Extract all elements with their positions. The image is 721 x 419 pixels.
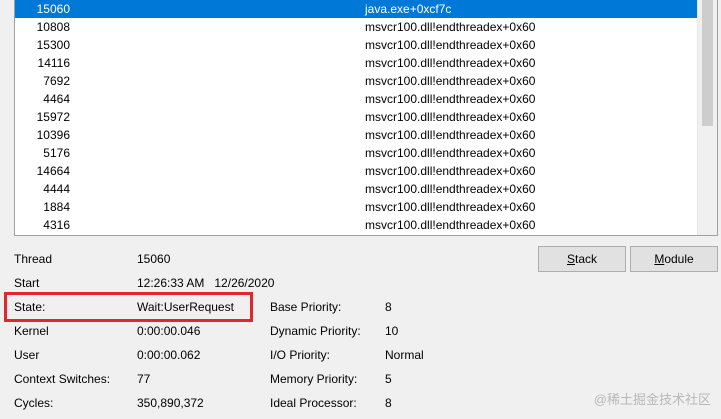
- thread-row[interactable]: 15060 java.exe+0xcf7c: [15, 0, 698, 18]
- thread-id-cell: 10396: [36, 128, 70, 142]
- thread-row[interactable]: 4316 msvcr100.dll!endthreadex+0x60: [15, 216, 698, 234]
- thread-row[interactable]: 15972 msvcr100.dll!endthreadex+0x60: [15, 108, 698, 126]
- kernel-value: 0:00:00.046: [137, 324, 201, 338]
- user-value: 0:00:00.062: [137, 348, 201, 362]
- cycles-value: 350,890,372: [137, 396, 204, 410]
- module-button-accel: M: [654, 252, 665, 266]
- thread-row[interactable]: 14116 msvcr100.dll!endthreadex+0x60: [15, 54, 698, 72]
- thread-row[interactable]: 1884 msvcr100.dll!endthreadex+0x60: [15, 198, 698, 216]
- thread-list-panel: 15060 java.exe+0xcf7c 10808 msvcr100.dll!en…: [14, 0, 718, 236]
- start-address-cell: msvcr100.dll!endthreadex+0x60: [365, 92, 536, 106]
- thread-row[interactable]: 15300 msvcr100.dll!endthreadex+0x60: [15, 36, 698, 54]
- base-priority-value: 8: [385, 300, 392, 314]
- io-priority-value: Normal: [385, 348, 424, 362]
- stack-button[interactable]: Stack: [538, 246, 626, 272]
- thread-row[interactable]: 14664 msvcr100.dll!endthreadex+0x60: [15, 162, 698, 180]
- start-address-cell: msvcr100.dll!endthreadex+0x60: [365, 200, 536, 214]
- start-address-cell: java.exe+0xcf7c: [365, 2, 452, 16]
- stack-button-label: tack: [575, 252, 598, 266]
- state-value: Wait:UserRequest: [137, 300, 234, 314]
- thread-id-cell: 4444: [43, 182, 70, 196]
- module-button-label: odule: [664, 252, 694, 266]
- memory-priority-label: Memory Priority:: [270, 372, 358, 386]
- start-address-cell: msvcr100.dll!endthreadex+0x60: [365, 164, 536, 178]
- memory-priority-value: 5: [385, 372, 392, 386]
- thread-id-cell: 4464: [43, 92, 70, 106]
- dynamic-priority-label: Dynamic Priority:: [270, 324, 361, 338]
- start-address-cell: msvcr100.dll!endthreadex+0x60: [365, 110, 536, 124]
- thread-value: 15060: [137, 252, 171, 266]
- thread-row[interactable]: 10808 msvcr100.dll!endthreadex+0x60: [15, 18, 698, 36]
- thread-list[interactable]: 15060 java.exe+0xcf7c 10808 msvcr100.dll!en…: [15, 0, 698, 234]
- thread-row[interactable]: 5176 msvcr100.dll!endthreadex+0x60: [15, 144, 698, 162]
- module-button[interactable]: Module: [630, 246, 718, 272]
- thread-id-cell: 10808: [36, 20, 70, 34]
- ideal-processor-label: Ideal Processor:: [270, 396, 357, 410]
- start-address-cell: msvcr100.dll!endthreadex+0x60: [365, 56, 536, 70]
- thread-row[interactable]: 7692 msvcr100.dll!endthreadex+0x60: [15, 72, 698, 90]
- thread-row[interactable]: 4464 msvcr100.dll!endthreadex+0x60: [15, 90, 698, 108]
- thread-id-cell: 14116: [37, 56, 70, 70]
- start-value: 12:26:33 AM 12/26/2020: [137, 276, 275, 290]
- thread-id-cell: 14664: [36, 164, 70, 178]
- stack-button-accel: S: [566, 252, 575, 266]
- state-label: State:: [14, 300, 46, 314]
- io-priority-label: I/O Priority:: [270, 348, 331, 362]
- start-address-cell: msvcr100.dll!endthreadex+0x60: [365, 128, 536, 142]
- thread-row[interactable]: 10396 msvcr100.dll!endthreadex+0x60: [15, 126, 698, 144]
- start-address-cell: msvcr100.dll!endthreadex+0x60: [365, 146, 536, 160]
- thread-id-cell: 7692: [43, 74, 70, 88]
- context-switches-value: 77: [137, 372, 151, 386]
- thread-row[interactable]: 4444 msvcr100.dll!endthreadex+0x60: [15, 180, 698, 198]
- start-address-cell: msvcr100.dll!endthreadex+0x60: [365, 218, 536, 232]
- start-address-cell: msvcr100.dll!endthreadex+0x60: [365, 182, 536, 196]
- start-address-cell: msvcr100.dll!endthreadex+0x60: [365, 38, 536, 52]
- start-address-cell: msvcr100.dll!endthreadex+0x60: [365, 20, 536, 34]
- ideal-processor-value: 8: [385, 396, 392, 410]
- thread-id-cell: 1884: [43, 200, 70, 214]
- thread-id-cell: 15060: [36, 2, 70, 16]
- thread-id-cell: 4316: [43, 218, 70, 232]
- scrollbar-thumb[interactable]: [702, 0, 713, 126]
- start-label: Start: [14, 276, 40, 290]
- watermark: @稀土掘金技术社区: [593, 392, 711, 407]
- thread-id-cell: 15300: [36, 38, 70, 52]
- cycles-label: Cycles:: [14, 396, 54, 410]
- base-priority-label: Base Priority:: [270, 300, 342, 314]
- dynamic-priority-value: 10: [385, 324, 399, 338]
- kernel-label: Kernel: [14, 324, 49, 338]
- thread-label: Thread: [14, 252, 53, 266]
- start-address-cell: msvcr100.dll!endthreadex+0x60: [365, 74, 536, 88]
- user-label: User: [14, 348, 40, 362]
- thread-id-cell: 5176: [43, 146, 70, 160]
- context-switches-label: Context Switches:: [14, 372, 111, 386]
- vertical-scrollbar[interactable]: [697, 0, 717, 235]
- thread-id-cell: 15972: [36, 110, 70, 124]
